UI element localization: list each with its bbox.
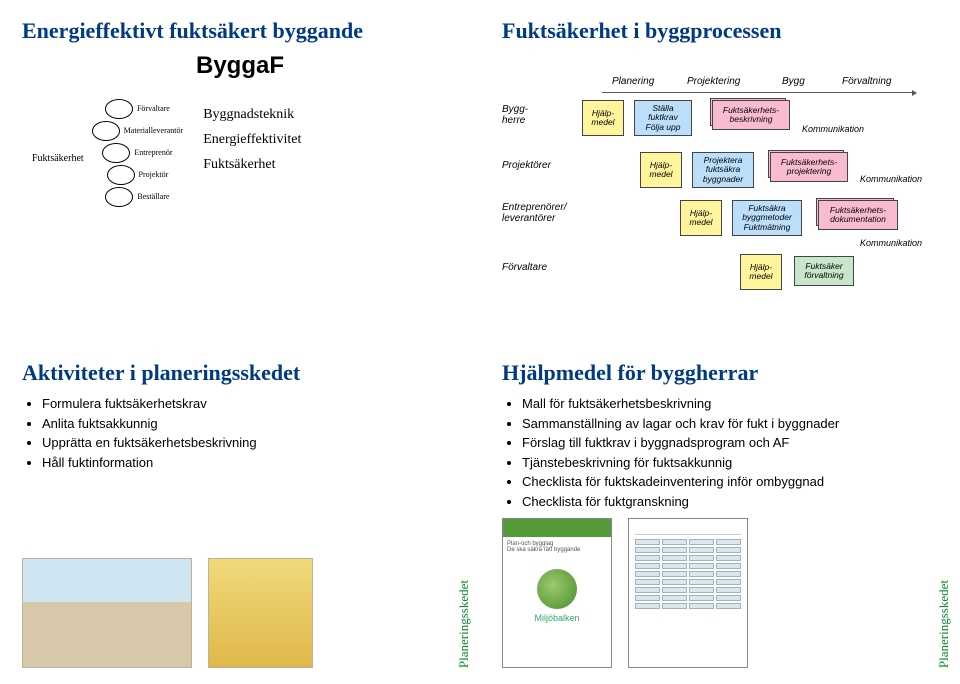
bullet: Tjänstebeskrivning för fuktsakkunnig (522, 453, 938, 473)
row-entreprenorer: Entreprenörer/leverantörer (502, 202, 574, 224)
box-projektera-fuktsakra: Projekterafuktsäkrabyggnader (692, 152, 754, 188)
slide3-title: Aktiviteter i planeringsskedet (22, 360, 458, 386)
model-image (22, 558, 192, 668)
building-image (208, 558, 313, 668)
row-projektorer: Projektörer (502, 160, 574, 171)
process-matrix: Planering Projektering Bygg Förvaltning … (502, 52, 932, 302)
slide3-images (22, 558, 313, 668)
slide2-title: Fuktsäkerhet i byggprocessen (502, 18, 938, 44)
chain-column: Fuktsäkerhet Förvaltare Materialleverant… (32, 98, 183, 208)
timeline-arrow (602, 92, 912, 93)
slide4-title: Hjälpmedel för byggherrar (502, 360, 938, 386)
chain-label: Entreprenör (134, 149, 172, 158)
row-byggherre: Bygg-herre (502, 104, 574, 126)
bullet: Håll fuktinformation (42, 453, 458, 473)
box-fuktsakerhetsprojektering: Fuktsäkerhets-projektering (770, 152, 848, 182)
bullet: Mall för fuktsäkerhetsbeskrivning (522, 394, 938, 414)
stage-label: Planeringsskedet (936, 580, 952, 668)
box-fuktsakerhetsdokumentation: Fuktsäkerhets-dokumentation (818, 200, 898, 230)
box-fuktsaker-forvaltning: Fuktsäkerförvaltning (794, 256, 854, 286)
slide1-right-list: Byggnadsteknik Energieffektivitet Fuktsä… (203, 98, 301, 178)
box-stalla-fuktkrav: StällafuktkravFölja upp (634, 100, 692, 136)
slide4-bullets: Mall för fuktsäkerhetsbeskrivning Samman… (502, 394, 938, 511)
chain-oval (105, 99, 133, 119)
label-kommunikation: Kommunikation (860, 238, 922, 248)
label-kommunikation: Kommunikation (802, 124, 864, 134)
label-kommunikation: Kommunikation (860, 174, 922, 184)
right-item: Byggnadsteknik (203, 102, 301, 127)
col-forvaltning: Förvaltning (842, 76, 891, 87)
chain-oval (107, 165, 135, 185)
slide-4: Hjälpmedel för byggherrar Mall för fukts… (480, 342, 960, 684)
bullet: Checklista för fuktskadeinventering infö… (522, 472, 938, 492)
box-hjalpmedel: Hjälp-medel (680, 200, 722, 236)
slide1-subtitle: ByggaF (22, 52, 458, 80)
right-item: Energieffektivitet (203, 127, 301, 152)
chain-oval (102, 143, 130, 163)
bullet: Förslag till fuktkrav i byggnadsprogram … (522, 433, 938, 453)
slide4-images: Plan-och bygglagDe ska säkra rätt byggan… (502, 518, 748, 668)
chain-diagram: Förvaltare Materialleverantör Entreprenö… (92, 98, 184, 208)
col-projektering: Projektering (687, 76, 740, 87)
row-forvaltare: Förvaltare (502, 262, 574, 273)
slide-3: Aktiviteter i planeringsskedet Formulera… (0, 342, 480, 684)
bullet: Anlita fuktsakkunnig (42, 414, 458, 434)
tree-icon (537, 569, 577, 609)
slide-2: Fuktsäkerhet i byggprocessen Planering P… (480, 0, 960, 342)
slide-1: Energieffektivt fuktsäkert byggande Bygg… (0, 0, 480, 342)
chain-label: Projektör (139, 171, 169, 180)
box-hjalpmedel: Hjälp-medel (640, 152, 682, 188)
chain-oval (105, 187, 133, 207)
right-item: Fuktsäkerhet (203, 152, 301, 177)
chain-label: Förvaltare (137, 105, 170, 114)
slide1-title: Energieffektivt fuktsäkert byggande (22, 18, 458, 44)
box-hjalpmedel: Hjälp-medel (582, 100, 624, 136)
slide3-bullets: Formulera fuktsäkerhetskrav Anlita fukts… (22, 394, 458, 472)
miljobalken-caption: Miljöbalken (503, 613, 611, 623)
chain-label: Materialleverantör (124, 127, 184, 136)
col-bygg: Bygg (782, 76, 805, 87)
col-planering: Planering (612, 76, 654, 87)
box-hjalpmedel: Hjälp-medel (740, 254, 782, 290)
bullet: Upprätta en fuktsäkerhetsbeskrivning (42, 433, 458, 453)
bullet: Checklista för fuktgranskning (522, 492, 938, 512)
stage-label: Planeringsskedet (456, 580, 472, 668)
chain-label: Beställare (137, 193, 169, 202)
bullet: Sammanställning av lagar och krav för fu… (522, 414, 938, 434)
chain-oval (92, 121, 120, 141)
slide1-body: Fuktsäkerhet Förvaltare Materialleverant… (22, 98, 458, 208)
miljobalken-doc: Plan-och bygglagDe ska säkra rätt byggan… (502, 518, 612, 668)
box-fuktsakerhetsbeskrivning: Fuktsäkerhets-beskrivning (712, 100, 790, 130)
chain-axis-label: Fuktsäkerhet (32, 153, 84, 164)
bullet: Formulera fuktsäkerhetskrav (42, 394, 458, 414)
requirement-matrix-doc (628, 518, 748, 668)
box-fuktsakra-byggmetoder: FuktsäkrabyggmetoderFuktmätning (732, 200, 802, 236)
